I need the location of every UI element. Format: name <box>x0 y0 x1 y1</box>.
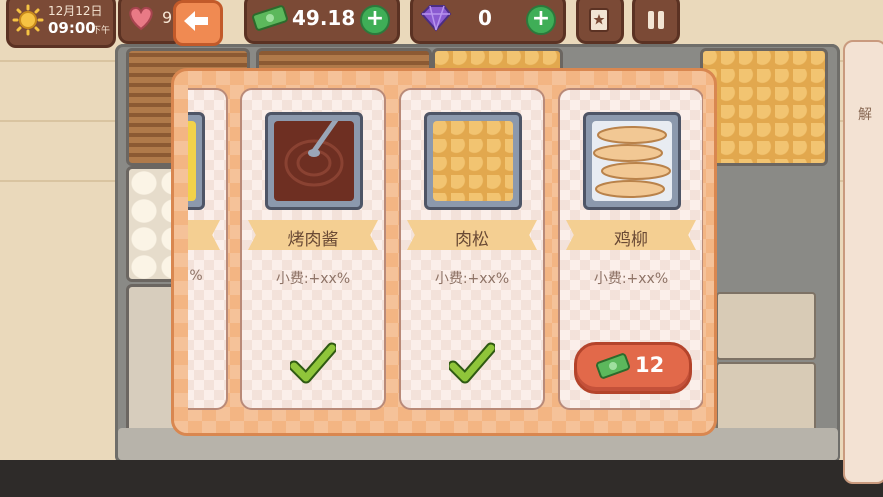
food-tray <box>188 112 205 210</box>
cash-icon <box>252 5 288 31</box>
gem-icon <box>420 5 452 32</box>
ingredient-name: 鸡柳 <box>614 230 648 250</box>
pancake-stack[interactable] <box>716 292 816 360</box>
ingredient-name-banner: 烤肉酱 <box>248 220 378 250</box>
book-star-icon <box>589 8 609 32</box>
heart-icon <box>129 6 153 31</box>
food-tray <box>583 112 681 210</box>
food-tray <box>265 112 363 210</box>
ingredient-card-carousel[interactable]: % 烤肉酱 小费:+xx% 肉松 小费:+xx% 鸡柳 小费:+xx% 12 <box>188 88 703 410</box>
back-arrow-icon <box>184 11 208 31</box>
ingredient-name-banner: 肉松 <box>407 220 537 250</box>
date-label: 12月12日 <box>48 4 103 18</box>
check-icon <box>290 342 336 384</box>
add-money-button[interactable]: + <box>360 5 390 35</box>
back-button[interactable] <box>173 0 223 46</box>
ingredient-card-meat-floss[interactable]: 肉松 小费:+xx% <box>399 88 545 410</box>
ingredient-name: 肉松 <box>455 230 489 250</box>
meat-floss-icon <box>433 121 513 201</box>
check-icon <box>449 342 495 384</box>
ingredient-name-banner: 鸡柳 <box>566 220 696 250</box>
bbq-sauce-icon <box>274 121 354 201</box>
cash-icon <box>596 353 630 379</box>
buy-ingredient-button[interactable]: 12 <box>574 342 692 394</box>
time-period-label: 下午 <box>92 26 111 36</box>
ingredient-price: 12 <box>635 353 665 377</box>
ingredient-tip: 小费:+xx% <box>434 271 510 287</box>
hearts-count: 9 <box>162 8 173 27</box>
sun-icon <box>12 4 44 36</box>
ingredient-name: 烤肉酱 <box>287 230 339 250</box>
pause-button[interactable] <box>632 0 680 44</box>
ingredient-tip: 小费:+xx% <box>275 271 351 287</box>
side-panel-label: 解 <box>858 107 872 123</box>
food-tray <box>424 112 522 210</box>
ingredient-tip: 小费:+xx% <box>593 271 669 287</box>
gems-value: 0 <box>478 6 492 30</box>
ingredient-card-chicken-strips[interactable]: 鸡柳 小费:+xx% 12 <box>558 88 703 410</box>
ingredient-card-bbq-sauce[interactable]: 烤肉酱 小费:+xx% <box>240 88 386 410</box>
time-label: 09:00 <box>48 19 96 37</box>
pause-icon <box>648 11 664 29</box>
money-value: 49.18 <box>292 6 356 30</box>
ingredient-name-banner <box>188 220 220 250</box>
add-gems-button[interactable]: + <box>526 5 556 35</box>
cheese-food-icon <box>188 121 196 201</box>
ingredient-tip: % <box>189 268 203 284</box>
recipe-book-button[interactable] <box>576 0 624 44</box>
pancake-stack[interactable] <box>716 362 816 432</box>
ingredient-tray-corn[interactable] <box>700 48 828 166</box>
chicken-strips-icon <box>592 121 672 201</box>
floor <box>0 460 883 497</box>
ingredient-card-partial[interactable]: % <box>188 88 228 410</box>
